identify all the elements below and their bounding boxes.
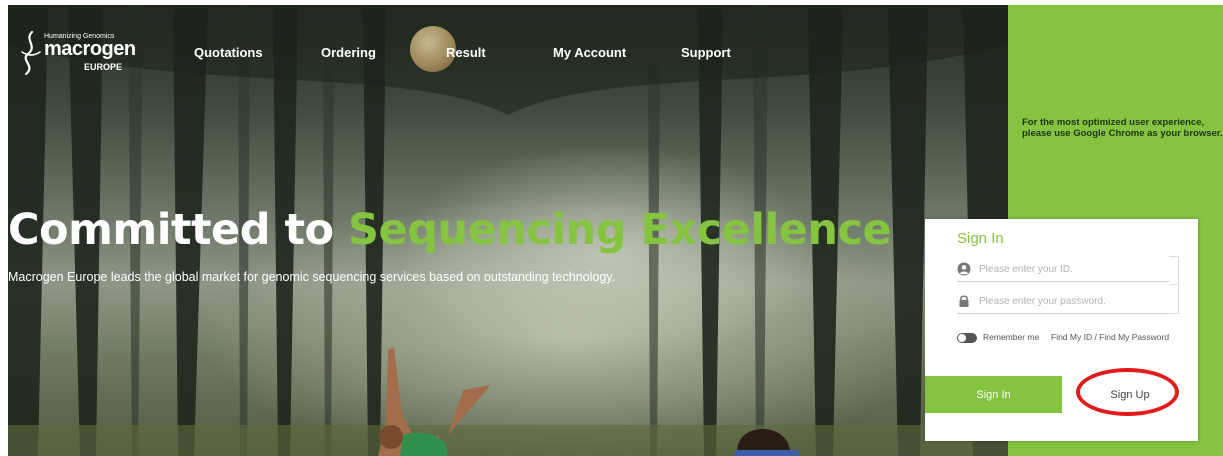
logo-region: EUROPE bbox=[84, 62, 123, 72]
login-card: Sign In Remember me Find My ID / Find My… bbox=[925, 219, 1198, 441]
nav-item-ordering[interactable]: Ordering bbox=[321, 45, 376, 60]
browser-recommendation: For the most optimized user experience, … bbox=[1022, 117, 1223, 139]
id-field bbox=[957, 257, 1171, 282]
dna-helix-icon bbox=[21, 30, 41, 76]
login-title: Sign In bbox=[957, 230, 1004, 247]
macrogen-logo[interactable]: Humanizing Genomics macrogen EUROPE bbox=[18, 30, 158, 76]
hero-banner: Committed to Sequencing Excellence Macro… bbox=[8, 5, 1008, 456]
lock-icon bbox=[959, 295, 969, 307]
hero-title-start: Committed to bbox=[8, 205, 349, 255]
remember-toggle[interactable] bbox=[957, 333, 977, 343]
logo-brand: macrogen bbox=[44, 38, 136, 60]
nav-item-my-account[interactable]: My Account bbox=[553, 45, 626, 60]
hero-title: Committed to Sequencing Excellence bbox=[8, 205, 892, 255]
nav-item-support[interactable]: Support bbox=[681, 45, 731, 60]
id-input[interactable] bbox=[977, 259, 1171, 279]
hero-subtitle: Macrogen Europe leads the global market … bbox=[8, 270, 616, 284]
nav-item-quotations[interactable]: Quotations bbox=[194, 45, 263, 60]
sign-up-button[interactable]: Sign Up bbox=[1062, 376, 1198, 413]
find-id-password-link[interactable]: Find My ID / Find My Password bbox=[1051, 332, 1169, 342]
password-field bbox=[957, 289, 1171, 314]
hero-title-accent: Sequencing Excellence bbox=[348, 205, 892, 255]
id-field-tab bbox=[1169, 256, 1179, 286]
nav-item-result[interactable]: Result bbox=[446, 45, 486, 60]
user-icon bbox=[957, 262, 971, 276]
password-input[interactable] bbox=[977, 291, 1171, 311]
sign-in-button[interactable]: Sign In bbox=[925, 376, 1062, 413]
remember-row: Remember me Find My ID / Find My Passwor… bbox=[957, 331, 1177, 345]
remember-label: Remember me bbox=[983, 332, 1040, 342]
password-field-tab bbox=[1169, 284, 1179, 314]
